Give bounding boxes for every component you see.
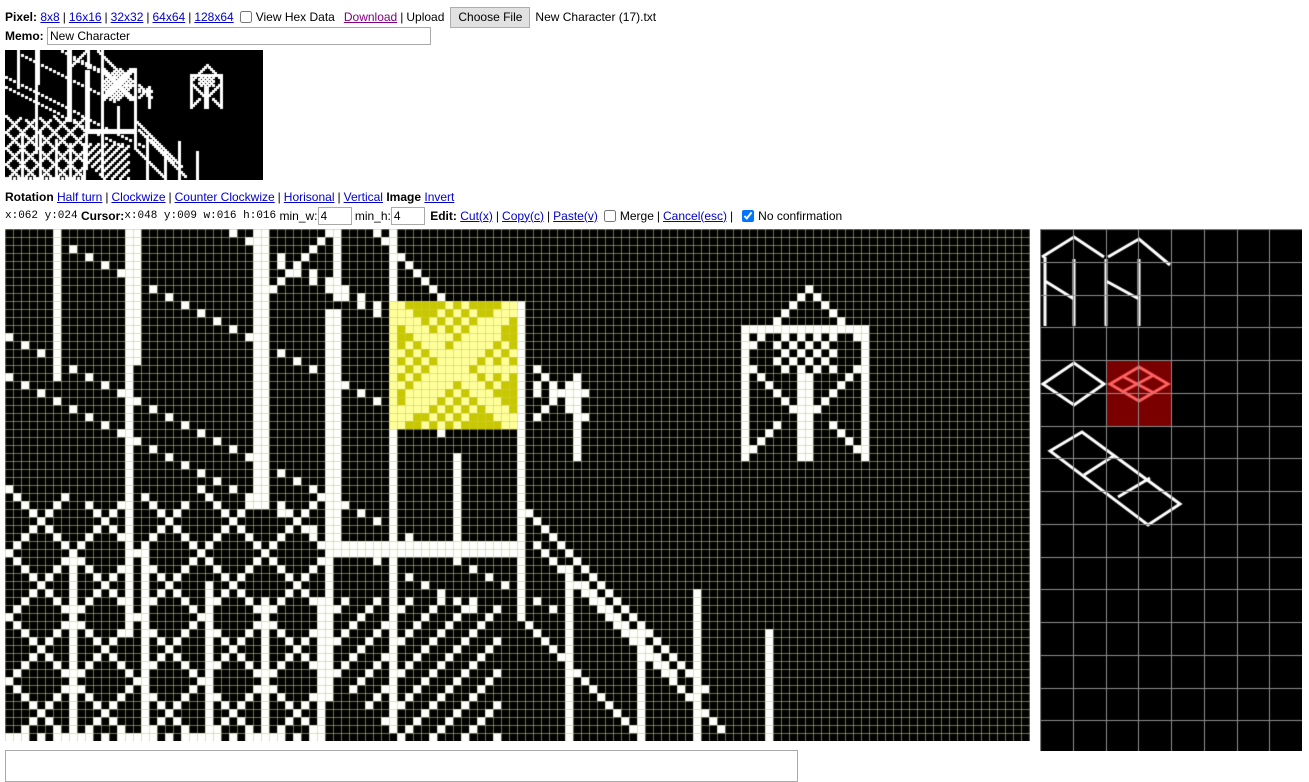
cancel-link[interactable]: Cancel(esc) [663, 209, 727, 223]
rotation-row: Rotation Half turn | Clockwize | Counter C… [5, 190, 455, 204]
pixel-size-128x64[interactable]: 128x64 [194, 10, 233, 24]
pointer-coords: x:062 y:024 [5, 209, 78, 222]
pixel-editor-grid[interactable] [5, 229, 1030, 741]
pixel-size-16x16[interactable]: 16x16 [69, 10, 102, 24]
rotate-counter-clockwise-link[interactable]: Counter Clockwize [175, 190, 275, 204]
pixel-size-32x32[interactable]: 32x32 [111, 10, 144, 24]
cursor-rect: x:048 y:009 w:016 h:016 [124, 209, 277, 222]
no-confirmation-checkbox[interactable] [742, 209, 755, 222]
min-h-input[interactable] [390, 206, 425, 225]
min-h-label: min_h: [354, 208, 391, 223]
pixel-label: Pixel: [5, 10, 38, 24]
tile-palette-grid[interactable] [1040, 229, 1302, 751]
image-label: Image [386, 190, 422, 204]
merge-checkbox[interactable] [603, 209, 616, 222]
choose-file-button[interactable]: Choose File [450, 6, 531, 28]
no-confirmation-label: No confirmation [758, 208, 843, 223]
toolbar-pixel: Pixel: 8x8 | 16x16 | 32x32 | 64x64 | 128x64 … [5, 6, 657, 28]
pixel-size-64x64[interactable]: 64x64 [153, 10, 186, 24]
flip-horizontal-link[interactable]: Horisonal [284, 190, 335, 204]
copy-link[interactable]: Copy(c) [502, 209, 544, 223]
rotate-half-turn-link[interactable]: Half turn [57, 190, 102, 204]
status-edit-row: x:062 y:024 Cursor: x:048 y:009 w:016 h:… [5, 206, 842, 225]
download-link[interactable]: Download [344, 10, 397, 24]
min-w-input[interactable] [317, 206, 352, 225]
paste-link[interactable]: Paste(v) [553, 209, 598, 223]
cursor-label: Cursor: [80, 208, 125, 223]
preview-image [5, 50, 263, 180]
memo-input[interactable] [47, 27, 432, 45]
hex-data-area[interactable] [5, 750, 798, 782]
min-w-label: min_w: [279, 208, 318, 223]
rotate-clockwise-link[interactable]: Clockwize [111, 190, 165, 204]
memo-row: Memo: [5, 27, 432, 45]
pixel-size-8x8[interactable]: 8x8 [40, 10, 59, 24]
memo-label: Memo: [5, 29, 44, 43]
file-name: New Character (17).txt [535, 10, 657, 24]
cut-link[interactable]: Cut(x) [460, 209, 493, 223]
upload-label: Upload [406, 10, 445, 24]
rotation-label: Rotation [5, 190, 54, 204]
flip-vertical-link[interactable]: Vertical [344, 190, 383, 204]
invert-link[interactable]: Invert [424, 190, 454, 204]
view-hex-checkbox[interactable] [239, 11, 252, 23]
edit-label: Edit: [430, 208, 457, 223]
merge-label: Merge [619, 208, 654, 223]
view-hex-label: View Hex Data [255, 10, 335, 24]
